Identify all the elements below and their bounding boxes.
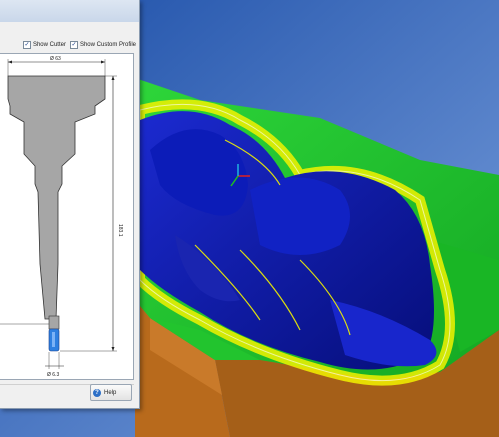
top-diameter-label: Ø 63 — [50, 56, 61, 62]
dialog-title-bar — [0, 0, 139, 22]
tip-diameter-dimension: Ø 6.3 — [45, 352, 64, 378]
show-custom-profile-checkbox[interactable]: ✓ Show Custom Profile — [69, 41, 136, 49]
tool-profile-preview: Ø 63 183.1 Ø 6.3 — [0, 53, 134, 380]
top-diameter-dimension: Ø 63 — [7, 56, 106, 76]
checkbox-checked-icon: ✓ — [22, 41, 31, 49]
help-icon: ? — [93, 388, 101, 397]
help-button[interactable]: ? Help — [90, 384, 132, 401]
display-options: ✓ Show Cutter ✓ Show Custom Profile — [0, 38, 139, 52]
length-label: 183.1 — [117, 224, 123, 237]
show-cutter-label: Show Cutter — [32, 42, 66, 48]
tool-profile-dialog: ✓ Show Cutter ✓ Show Custom Profile Ø 63 — [0, 0, 140, 409]
tool-holder-shape — [7, 75, 106, 320]
tool-neck — [48, 315, 60, 330]
tip-diameter-label: Ø 6.3 — [47, 372, 59, 378]
checkbox-checked-icon: ✓ — [69, 41, 78, 49]
show-cutter-checkbox[interactable]: ✓ Show Cutter — [22, 41, 66, 49]
help-label: Help — [104, 389, 117, 396]
show-custom-profile-label: Show Custom Profile — [79, 42, 136, 48]
